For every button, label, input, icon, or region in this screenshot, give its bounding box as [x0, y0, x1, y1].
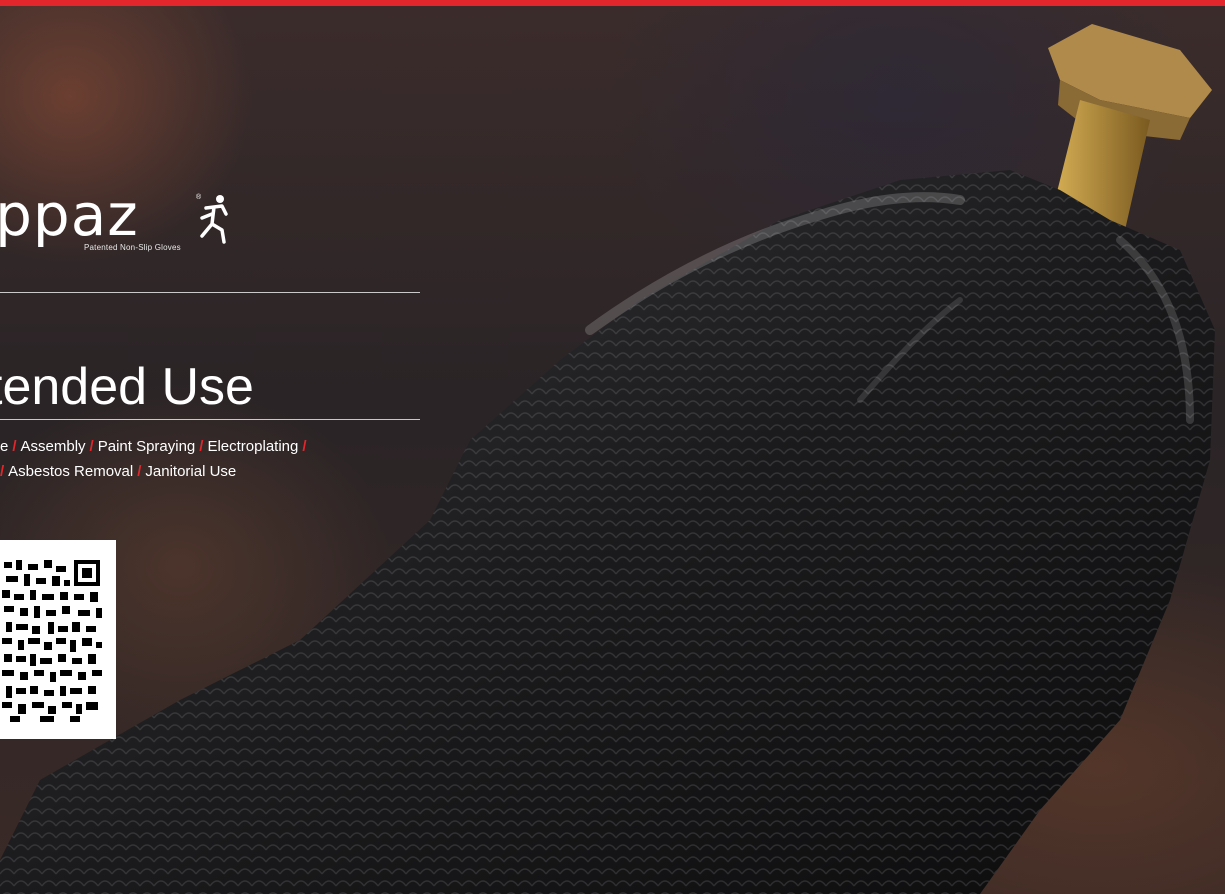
brand-logo: ippaz	[0, 181, 139, 249]
use-item: Assembly	[20, 438, 86, 455]
intended-uses-list: e / Assembly / Paint Spraying / Electroplating…	[0, 434, 420, 484]
separator: /	[89, 438, 94, 455]
uses-line-1: e / Assembly / Paint Spraying / Electroplating…	[0, 434, 420, 459]
qr-code[interactable]	[0, 540, 116, 739]
separator: /	[0, 463, 5, 480]
page-title: tended Use	[0, 357, 254, 416]
running-figure-icon	[200, 195, 228, 244]
qr-code-pattern	[2, 560, 102, 722]
separator: /	[302, 438, 307, 455]
divider-top	[0, 292, 420, 293]
separator: /	[137, 463, 142, 480]
use-item: Electroplating	[207, 438, 299, 455]
use-item: Asbestos Removal	[8, 463, 134, 480]
uses-line-2: / Asbestos Removal / Janitorial Use	[0, 459, 420, 484]
separator: /	[199, 438, 204, 455]
separator: /	[12, 438, 17, 455]
divider-bottom	[0, 419, 420, 420]
use-item: Janitorial Use	[145, 463, 237, 480]
brand-tagline: Patented Non-Slip Gloves	[84, 243, 181, 252]
use-item: Paint Spraying	[97, 438, 196, 455]
